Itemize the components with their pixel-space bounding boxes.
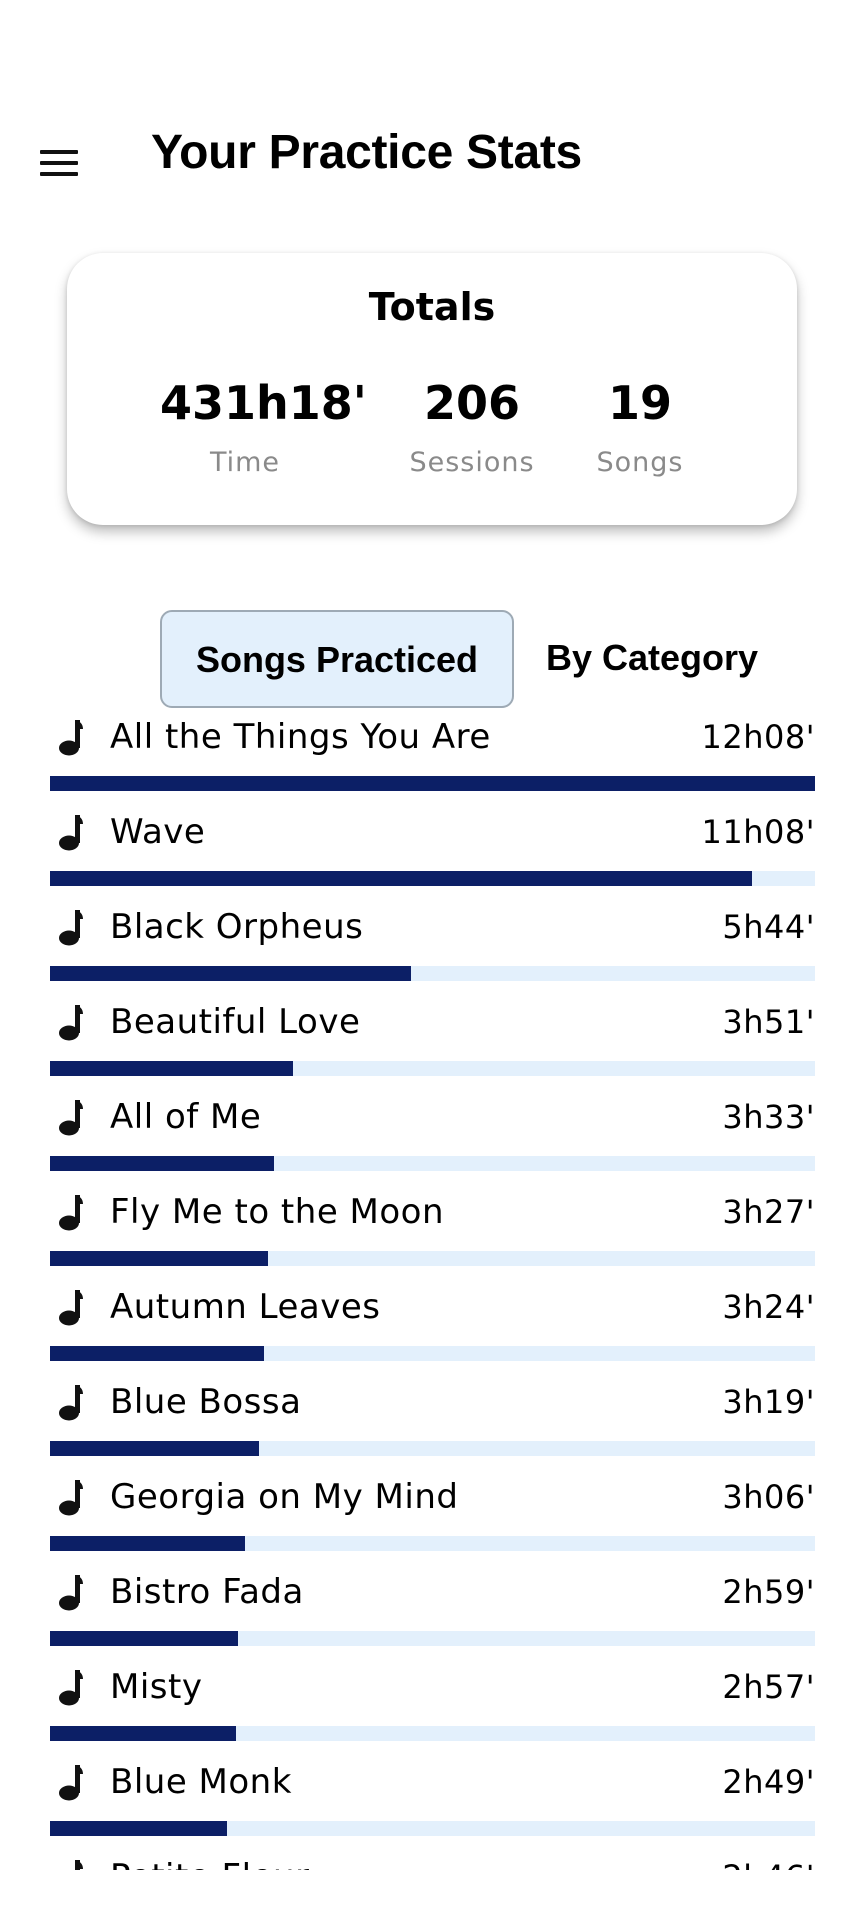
stat-time-label: Time [209,447,281,478]
progress-track [50,776,815,791]
song-time: 3h51' [722,1003,815,1041]
progress-track [50,1631,815,1646]
music-note-icon [58,1858,84,1870]
song-name: All of Me [110,1097,262,1137]
progress-track [50,966,815,981]
stat-songs-value: 19 [607,376,672,430]
music-note-icon [58,1003,84,1041]
progress-track [50,1821,815,1836]
menu-button[interactable] [28,135,92,191]
song-time: 5h44' [722,908,815,946]
song-time: 3h24' [722,1288,815,1326]
app-bar: Your Practice Stats [0,95,864,215]
stat-sessions-value: 206 [423,376,521,430]
song-name: All the Things You Are [110,717,491,757]
progress-fill [50,1061,293,1076]
music-note-icon [58,1668,84,1706]
song-name: Wave [110,812,206,852]
list-item[interactable]: Fly Me to the Moon 3h27' [50,1187,815,1282]
music-note-icon [58,718,84,756]
music-note-icon [58,1478,84,1516]
song-name: Black Orpheus [110,907,364,947]
music-note-icon [58,813,84,851]
progress-fill [50,966,412,981]
song-time: 3h06' [722,1478,815,1516]
song-name: Bistro Fada [110,1572,304,1612]
list-item[interactable]: Georgia on My Mind 3h06' [50,1472,815,1567]
song-time: 3h19' [722,1383,815,1421]
tab-songs-practiced[interactable]: Songs Practiced [160,610,514,708]
progress-fill [50,1821,228,1836]
song-list[interactable]: All the Things You Are 12h08' Wave 11h08' Bl… [50,712,815,1870]
progress-track [50,1726,815,1741]
song-name: Fly Me to the Moon [110,1192,445,1232]
song-time: 2h59' [722,1573,815,1611]
music-note-icon [58,1193,84,1231]
progress-fill [50,871,752,886]
progress-fill [50,1631,239,1646]
song-time: 2h49' [722,1763,815,1801]
progress-fill [50,776,815,791]
progress-track [50,1346,815,1361]
song-time: 11h08' [701,813,815,851]
stat-songs: 19 Songs [585,375,695,478]
progress-track [50,1061,815,1076]
list-item[interactable]: Petite Fleur 2h46' [50,1852,815,1870]
music-note-icon [58,1573,84,1611]
music-note-icon [58,1098,84,1136]
song-name: Blue Bossa [110,1382,302,1422]
song-name: Blue Monk [110,1762,292,1802]
song-name: Georgia on My Mind [110,1477,459,1517]
progress-fill [50,1156,275,1171]
totals-card: Totals 431h18' Time 206 Sessions 19 Song… [67,253,797,525]
song-name: Beautiful Love [110,1002,361,1042]
progress-track [50,1536,815,1551]
list-item[interactable]: Black Orpheus 5h44' [50,902,815,997]
song-name: Autumn Leaves [110,1287,381,1327]
stat-sessions: 206 Sessions [397,375,547,478]
progress-fill [50,1441,259,1456]
totals-title: Totals [368,285,496,329]
stat-time-value: 431h18' [160,376,367,430]
song-time: 3h27' [722,1193,815,1231]
song-time: 12h08' [701,718,815,756]
song-name: Petite Fleur [110,1852,310,1870]
stat-sessions-label: Sessions [409,447,535,478]
list-item[interactable]: Misty 2h57' [50,1662,815,1757]
song-time: 2h57' [722,1668,815,1706]
progress-track [50,1441,815,1456]
list-item[interactable]: Beautiful Love 3h51' [50,997,815,1092]
music-note-icon [58,1763,84,1801]
list-item[interactable]: Wave 11h08' [50,807,815,902]
progress-track [50,1251,815,1266]
song-time: 3h33' [722,1098,815,1136]
progress-track [50,1156,815,1171]
music-note-icon [58,908,84,946]
progress-track [50,871,815,886]
stat-songs-label: Songs [596,447,684,478]
list-item[interactable]: Blue Bossa 3h19' [50,1377,815,1472]
progress-fill [50,1251,269,1266]
list-item[interactable]: Bistro Fada 2h59' [50,1567,815,1662]
song-time: 2h46' [722,1852,815,1870]
stat-time: 431h18' Time [160,375,367,478]
list-item[interactable]: Blue Monk 2h49' [50,1757,815,1852]
list-item[interactable]: All of Me 3h33' [50,1092,815,1187]
music-note-icon [58,1383,84,1421]
tab-bar: Songs Practiced By Category [0,610,864,710]
progress-fill [50,1536,246,1551]
tab-by-category[interactable]: By Category [522,610,782,708]
list-item[interactable]: All the Things You Are 12h08' [50,712,815,807]
page-title: Your Practice Stats [151,126,582,179]
progress-fill [50,1726,236,1741]
music-note-icon [58,1288,84,1326]
list-item[interactable]: Autumn Leaves 3h24' [50,1282,815,1377]
progress-fill [50,1346,265,1361]
song-name: Misty [110,1667,203,1707]
